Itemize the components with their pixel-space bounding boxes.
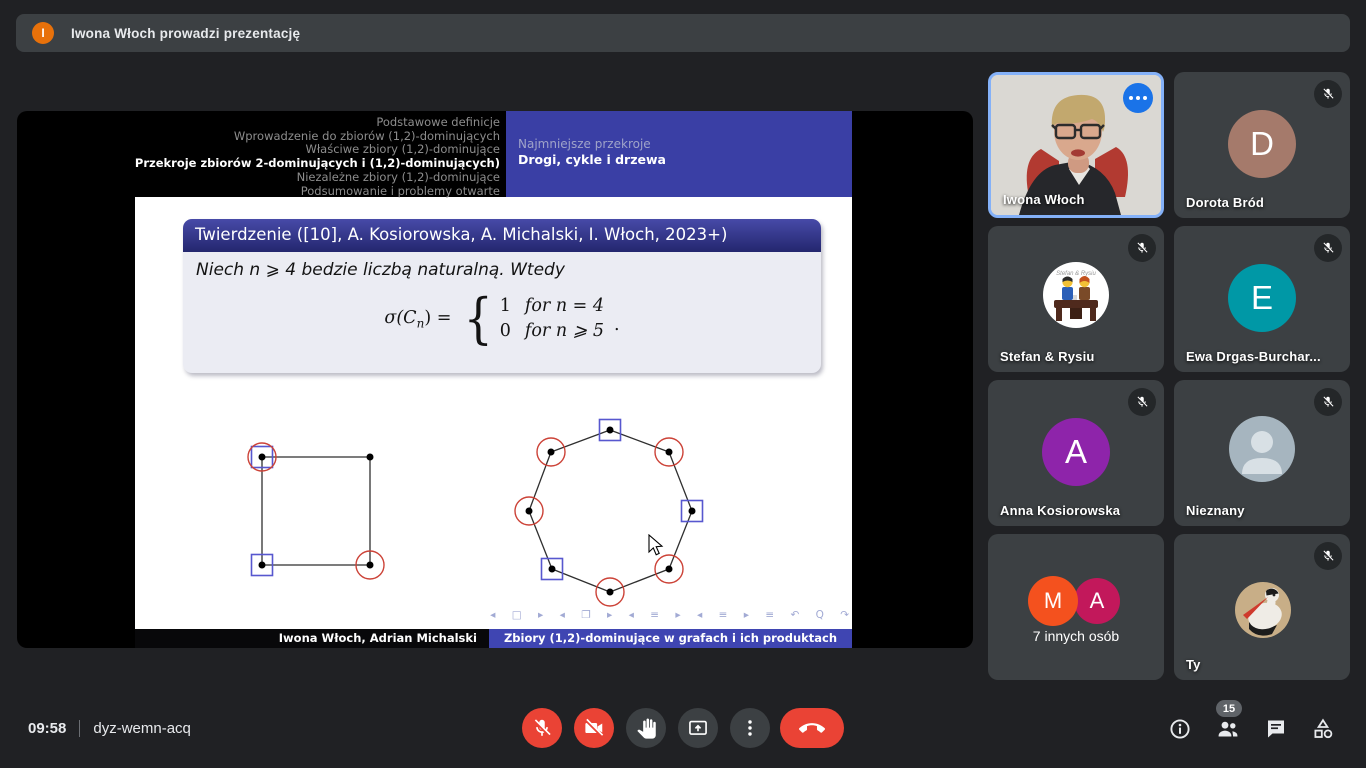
overflow-avatar-m: M [1028,576,1078,626]
slide-footer-authors: Iwona Włoch, Adrian Michalski [135,629,489,648]
end-call-button[interactable] [780,708,844,748]
subsection-active: Drogi, cykle i drzewa [518,152,852,168]
initial-avatar: A [1042,418,1110,486]
svg-text:Stefan & Rysiu: Stefan & Rysiu [1056,271,1096,277]
meeting-info: 09:58 dyz-wemn-acq [28,714,191,742]
mic-toggle-button[interactable] [522,708,562,748]
chat-button[interactable] [1264,717,1288,741]
formula-cases: 1for n = 4 0for n ⩾ 5 [500,295,604,343]
meeting-details-button[interactable] [1168,717,1192,741]
more-options-icon [739,717,761,739]
theorem-title: Twierdzenie ([10], A. Kosiorowska, A. Mi… [183,219,821,252]
activities-button[interactable] [1311,717,1335,741]
photo-avatar [1235,582,1291,638]
divider [79,720,80,737]
theorem-formula: σ(Cn) = { 1for n = 4 0for n ⩾ 5 . [183,292,821,346]
photo-avatar: Stefan & Rysiu [1043,262,1109,328]
mic-off-icon [1321,87,1335,101]
participant-tile-dorota-brod[interactable]: D Dorota Bród [1174,72,1350,218]
mic-off-icon [1321,241,1335,255]
mic-muted-indicator [1314,542,1342,570]
presenter-avatar: I [32,22,54,44]
slide-subsection-box: Najmniejsze przekroje Drogi, cykle i drz… [506,111,852,197]
participant-tile-anna-kosiorowska[interactable]: A Anna Kosiorowska [988,380,1164,526]
participant-name: Ewa Drgas-Burchar... [1186,349,1321,364]
toc-item: Niezależne zbiory (1,2)-dominujące [17,171,500,185]
toc-item: Wprowadzenie do zbiorów (1,2)-dominujący… [17,130,500,144]
raise-hand-button[interactable] [626,708,666,748]
people-icon [1216,717,1240,741]
mic-off-icon [531,717,553,739]
toc-item: Podstawowe definicje [17,116,500,130]
initial-avatar: D [1228,110,1296,178]
participant-tile-others[interactable]: M A 7 innych osób [988,534,1164,680]
mic-muted-indicator [1314,234,1342,262]
participant-tile-stefan-rysiu[interactable]: Stefan & Rysiu S [988,226,1164,372]
mic-muted-indicator [1314,388,1342,416]
mic-off-icon [1135,241,1149,255]
more-options-button[interactable] [730,708,770,748]
initial-avatar: E [1228,264,1296,332]
others-count-label: 7 innych osób [988,628,1164,644]
participant-name: Nieznany [1186,503,1245,518]
participant-name: Ty [1186,657,1201,672]
formula-period: . [614,315,620,335]
participant-name: Stefan & Rysiu [1000,349,1095,364]
overflow-avatar-a: A [1074,578,1120,624]
theorem-block: Twierdzenie ([10], A. Kosiorowska, A. Mi… [183,219,821,373]
participant-name: Anna Kosiorowska [1000,503,1120,518]
camera-toggle-button[interactable] [574,708,614,748]
clock-time: 09:58 [28,720,66,737]
screen-share-region[interactable]: Podstawowe definicje Wprowadzenie do zbi… [17,111,973,648]
mic-off-icon [1135,395,1149,409]
end-call-icon [799,715,825,741]
tile-more-options-button[interactable] [1123,83,1153,113]
theorem-lead: Niech n ⩾ 4 bedzie liczbą naturalną. Wte… [196,260,565,280]
participant-name: Iwona Włoch [1003,192,1085,207]
chat-icon [1264,717,1288,741]
mic-muted-indicator [1128,388,1156,416]
present-screen-icon [687,717,709,739]
present-screen-button[interactable] [678,708,718,748]
show-participants-button[interactable] [1216,717,1240,741]
slide-toc: Podstawowe definicje Wprowadzenie do zbi… [17,116,500,198]
presenting-banner: I Iwona Włoch prowadzi prezentację [16,14,1350,52]
beamer-navigation-icons: ◂ □ ▸ ◂ ❐ ▸ ◂ ≡ ▸ ◂ ≡ ▸ ≡ ↶ Q ↷ [487,609,852,621]
info-icon [1168,717,1192,741]
participant-tile-nieznany[interactable]: Nieznany [1174,380,1350,526]
subsection-muted: Najmniejsze przekroje [518,136,852,152]
toc-item: Podsumowanie i problemy otwarte [17,185,500,199]
participant-tile-iwona-wloch[interactable]: Iwona Włoch [988,72,1164,218]
participant-name: Dorota Bród [1186,195,1264,210]
meet-window: I Iwona Włoch prowadzi prezentację Podst… [0,0,1366,768]
meeting-code: dyz-wemn-acq [93,720,191,737]
participants-count-badge: 15 [1216,700,1242,717]
formula-brace: { [464,292,493,346]
silhouette-avatar [1229,416,1295,482]
mic-off-icon [1321,395,1335,409]
mic-muted-indicator [1128,234,1156,262]
participant-tile-self[interactable]: Ty [1174,534,1350,680]
formula-lhs: σ(Cn) = [384,308,451,331]
raise-hand-icon [636,718,657,739]
theorem-body: Niech n ⩾ 4 bedzie liczbą naturalną. Wte… [183,252,821,373]
mic-off-icon [1321,549,1335,563]
activities-icon [1311,717,1335,741]
participant-tile-ewa-drgas[interactable]: E Ewa Drgas-Burchar... [1174,226,1350,372]
mic-muted-indicator [1314,80,1342,108]
toc-item: Właściwe zbiory (1,2)-dominujące [17,143,500,157]
slide-footer-title: Zbiory (1,2)-dominujące w grafach i ich … [489,629,852,648]
toc-item-active: Przekroje zbiorów 2-dominujących i (1,2)… [17,157,500,171]
camera-off-icon [583,717,605,739]
presenting-banner-text: Iwona Włoch prowadzi prezentację [71,26,300,41]
